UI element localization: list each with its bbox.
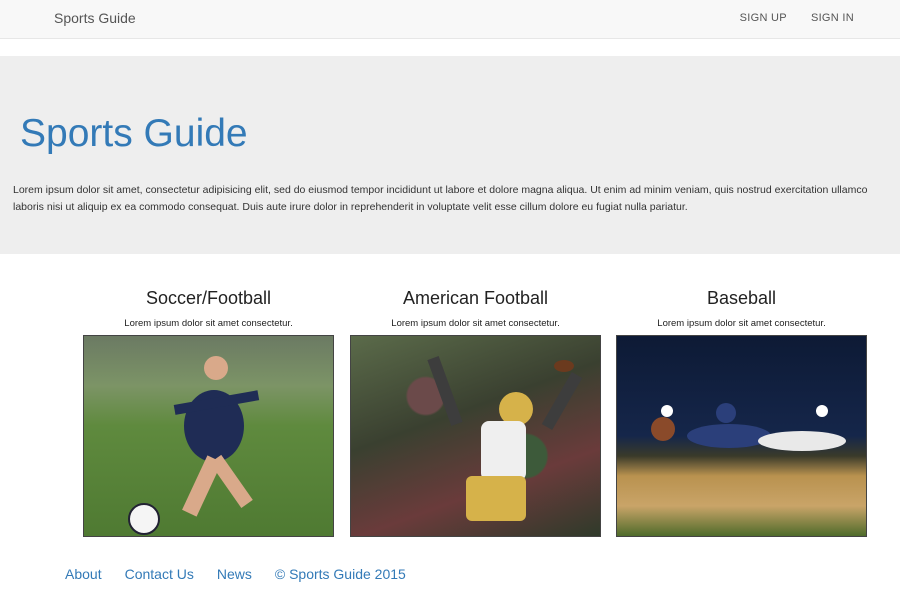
- card-subtitle: Lorem ipsum dolor sit amet consectetur.: [124, 318, 293, 329]
- card-american-football: American Football Lorem ipsum dolor sit …: [350, 288, 601, 537]
- nav-links: SIGN UP SIGN IN: [740, 12, 854, 24]
- footer-copyright: © Sports Guide 2015: [274, 566, 406, 582]
- sign-up-link[interactable]: SIGN UP: [740, 12, 787, 24]
- footer-news-link[interactable]: News: [217, 566, 252, 582]
- card-title: Soccer/Football: [145, 288, 272, 308]
- brand-link[interactable]: Sports Guide: [54, 10, 136, 26]
- baseball-player-image: [616, 335, 867, 537]
- top-navbar: Sports Guide SIGN UP SIGN IN: [0, 0, 900, 39]
- card-title: Baseball: [706, 288, 777, 308]
- american-football-image: [350, 335, 601, 537]
- hero-text: Lorem ipsum dolor sit amet, consectetur …: [13, 184, 868, 213]
- card-soccer: Soccer/Football Lorem ipsum dolor sit am…: [83, 288, 334, 537]
- football-player-illustration: [427, 356, 583, 521]
- footer-about-link[interactable]: About: [65, 566, 102, 582]
- footer: About Contact Us News © Sports Guide 201…: [65, 566, 406, 582]
- card-subtitle: Lorem ipsum dolor sit amet consectetur.: [657, 318, 826, 329]
- hero-jumbotron: Sports Guide Lorem ipsum dolor sit amet,…: [0, 56, 900, 254]
- hero-title: Sports Guide: [20, 112, 248, 155]
- soccer-player-illustration: [128, 356, 260, 535]
- card-title: American Football: [402, 288, 549, 308]
- card-baseball: Baseball Lorem ipsum dolor sit amet cons…: [616, 288, 867, 537]
- baseball-player-illustration: [651, 403, 846, 451]
- soccer-player-image: [83, 335, 334, 537]
- sign-in-link[interactable]: SIGN IN: [811, 12, 854, 24]
- footer-contact-link[interactable]: Contact Us: [125, 566, 194, 582]
- card-subtitle: Lorem ipsum dolor sit amet consectetur.: [391, 318, 560, 329]
